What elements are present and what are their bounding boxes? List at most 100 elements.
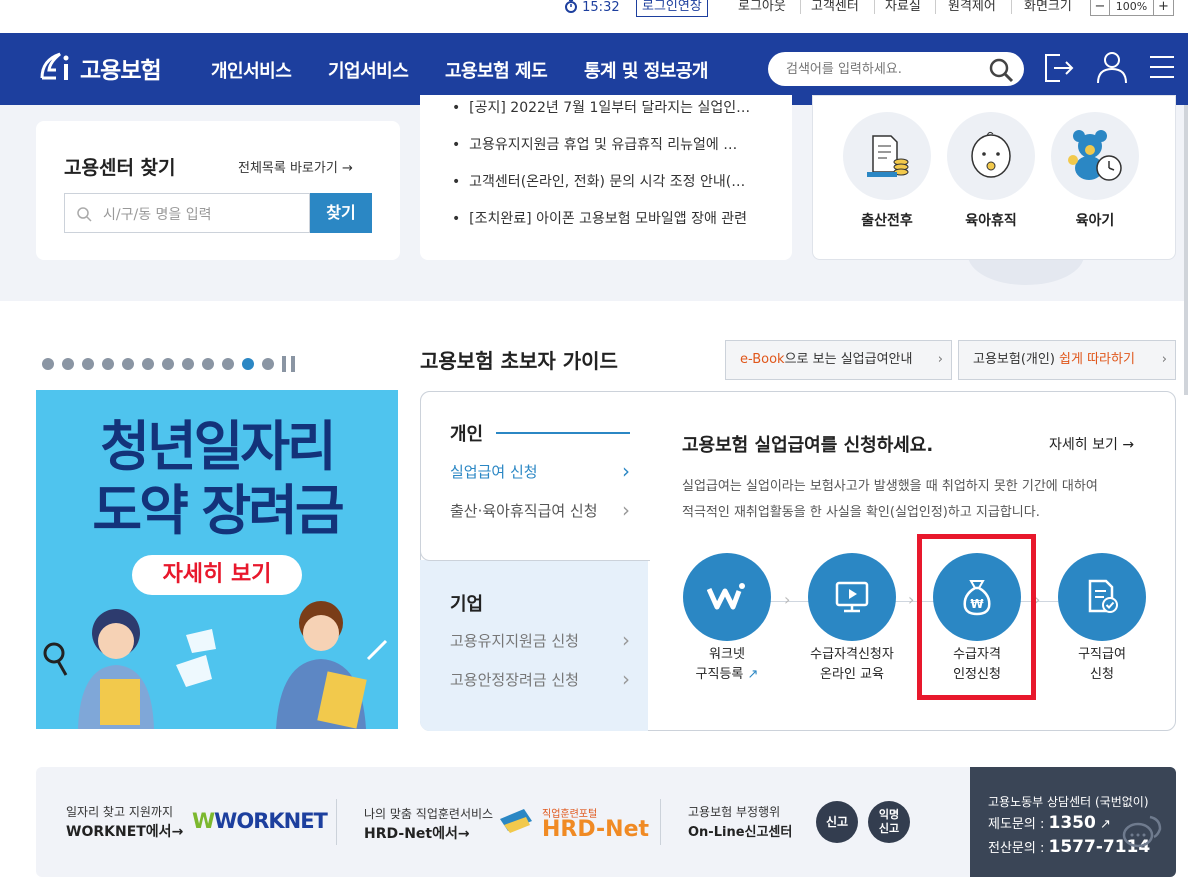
worknet-w-icon: W — [192, 809, 215, 833]
report-center-title: On-Line신고센터 — [688, 825, 793, 840]
quick-label-childcare: 육아기 — [1075, 213, 1115, 229]
banner-dot[interactable] — [82, 358, 94, 370]
banner-line2: 도약 장려금 — [92, 479, 344, 542]
page-scrollbar[interactable] — [1184, 105, 1188, 395]
all-list-link[interactable]: 전체목록 바로가기 → — [238, 157, 353, 176]
youth-banner[interactable]: 청년일자리 도약 장려금 자세히 보기 — [36, 390, 398, 729]
notice-item-2[interactable]: • 고용유지지원금 휴업 및 유급휴직 리뉴얼에 … — [452, 134, 737, 154]
link-label: 고용유지지원금 신청 — [450, 632, 579, 650]
extend-login-button[interactable]: 로그인연장 — [636, 0, 708, 17]
childcare-quick-link[interactable] — [1051, 112, 1139, 200]
step-label-line: 온라인 교육 — [820, 667, 884, 682]
banner-line1: 청년일자리 — [100, 415, 336, 478]
anon-line: 익명 — [878, 808, 900, 821]
banner-dot[interactable] — [262, 358, 274, 370]
external-link-icon[interactable]: ↗ — [748, 667, 759, 682]
pause-icon[interactable] — [282, 356, 286, 372]
session-timer: 15:32 — [564, 0, 620, 18]
birth-quick-link[interactable] — [843, 112, 931, 200]
search-input[interactable] — [786, 59, 986, 79]
hamburger-menu-icon[interactable] — [1148, 53, 1176, 81]
banner-dot[interactable] — [182, 358, 194, 370]
hrd-logo[interactable]: HRD-Net — [542, 817, 649, 842]
logout-link[interactable]: 로그아웃 — [738, 0, 786, 18]
logo[interactable]: 고용보험 — [36, 48, 162, 88]
banner-dot[interactable] — [62, 358, 74, 370]
logo-text: 고용보험 — [80, 58, 162, 84]
step-label-line: 구직등록 ↗ — [667, 665, 787, 685]
step-online-education[interactable] — [808, 553, 896, 641]
resources-link[interactable]: 자료실 — [885, 0, 921, 18]
call-center-box: 고용노동부 상담센터 (국번없이) 제도문의 : 1350 ↗ 전산문의 : 1… — [970, 767, 1176, 877]
find-button[interactable]: 찾기 — [310, 193, 372, 233]
company-tab-title[interactable]: 기업 — [450, 590, 483, 616]
step-label-line: 구직급여 — [1078, 647, 1126, 662]
banner-dot[interactable] — [142, 358, 154, 370]
logout-icon[interactable] — [1042, 51, 1076, 85]
banner-dot-active[interactable] — [242, 358, 254, 370]
user-icon[interactable] — [1094, 49, 1130, 85]
time-text: 15:32 — [582, 0, 620, 15]
maternity-benefit-link[interactable]: 출산·육아휴직급여 신청 › — [450, 498, 630, 522]
link-label: 실업급여 신청 — [450, 463, 538, 481]
personal-underline — [496, 432, 630, 434]
remote-control-link[interactable]: 원격제어 — [948, 0, 996, 18]
personal-tab-title[interactable]: 개인 — [450, 420, 483, 446]
step-label-education: 수급자격신청자 온라인 교육 — [792, 645, 912, 685]
anonymous-report-button[interactable]: 익명 신고 — [868, 801, 910, 843]
banner-dot[interactable] — [102, 358, 114, 370]
highlight-box — [917, 534, 1036, 700]
retention-subsidy-link[interactable]: 고용유지지원금 신청 › — [450, 628, 630, 652]
utility-bar: 15:32 로그인연장 로그아웃 고객센터 자료실 원격제어 화면크기 − 10… — [0, 0, 1188, 33]
chevron-right-icon: › — [622, 667, 630, 691]
banner-dot[interactable] — [202, 358, 214, 370]
notice-item-3[interactable]: • 고객센터(온라인, 전화) 문의 시각 조정 안내(… — [452, 171, 745, 191]
document-check-icon — [1088, 579, 1118, 613]
menu-statistics[interactable]: 통계 및 정보공개 — [584, 57, 708, 83]
divider — [336, 799, 337, 845]
menu-personal[interactable]: 개인서비스 — [211, 57, 292, 83]
banner-dot[interactable] — [162, 358, 174, 370]
menu-company[interactable]: 기업서비스 — [328, 57, 409, 83]
external-link-icon[interactable]: ↗ — [1100, 817, 1111, 832]
banner-dot[interactable] — [42, 358, 54, 370]
easy-follow-button[interactable]: 고용보험(개인) 쉽게 따라하기 › — [958, 340, 1176, 380]
call-number[interactable]: 1350 — [1049, 813, 1096, 833]
report-button[interactable]: 신고 — [816, 801, 858, 843]
banner-dot[interactable] — [122, 358, 134, 370]
zoom-in-button[interactable]: + — [1154, 0, 1174, 16]
notice-item-1[interactable]: • [공지] 2022년 7월 1일부터 달라지는 실업인… — [452, 97, 750, 117]
chevron-right-icon: › — [622, 628, 630, 652]
chevron-right-icon: › — [937, 352, 943, 367]
center-search-field[interactable]: 시/구/동 명을 입력 — [64, 193, 310, 233]
zoom-value: 100% — [1110, 0, 1154, 16]
search-icon[interactable] — [988, 57, 1014, 83]
menu-system[interactable]: 고용보험 제도 — [445, 57, 548, 83]
stability-subsidy-link[interactable]: 고용안정장려금 신청 › — [450, 667, 630, 691]
banner-dot[interactable] — [222, 358, 234, 370]
people-illustration — [43, 601, 388, 729]
ebook-button[interactable]: e-Book으로 보는 실업급여안내 › — [725, 340, 952, 380]
hrd-cta[interactable]: HRD-Net에서→ — [364, 823, 470, 843]
worknet-cta[interactable]: WORKNET에서→ — [66, 821, 183, 841]
guide-more-link[interactable]: 자세히 보기 → — [1049, 434, 1134, 454]
banner-detail-button[interactable]: 자세히 보기 — [132, 555, 302, 595]
link-label: 고용안정장려금 신청 — [450, 671, 579, 689]
zoom-out-button[interactable]: − — [1090, 0, 1110, 16]
parental-leave-quick-link[interactable] — [947, 112, 1035, 200]
document-coins-icon — [867, 135, 909, 177]
step-job-seeking-benefit[interactable] — [1058, 553, 1146, 641]
customer-center-link[interactable]: 고객센터 — [811, 0, 859, 18]
notice-item-4[interactable]: • [조치완료] 아이폰 고용보험 모바일앱 장애 관련 — [452, 208, 747, 228]
search-icon — [77, 207, 92, 222]
center-finder-card: 고용센터 찾기 전체목록 바로가기 → 시/구/동 명을 입력 찾기 — [36, 121, 400, 260]
chevron-right-icon: › — [622, 459, 630, 483]
guide-description-1: 실업급여는 실업이라는 보험사고가 발생했을 때 취업하지 못한 기간에 대하여 — [682, 479, 1098, 494]
unemployment-benefit-link[interactable]: 실업급여 신청 › — [450, 459, 630, 483]
upper-section: 고용센터 찾기 전체목록 바로가기 → 시/구/동 명을 입력 찾기 • [공지… — [0, 95, 1188, 301]
phone-chat-icon — [1122, 815, 1162, 848]
hrd-caption: 나의 맞춤 직업훈련서비스 — [364, 807, 494, 821]
step-worknet[interactable] — [683, 553, 771, 641]
chevron-right-icon: › — [622, 498, 630, 522]
worknet-logo[interactable]: WWORKNET — [192, 809, 328, 833]
